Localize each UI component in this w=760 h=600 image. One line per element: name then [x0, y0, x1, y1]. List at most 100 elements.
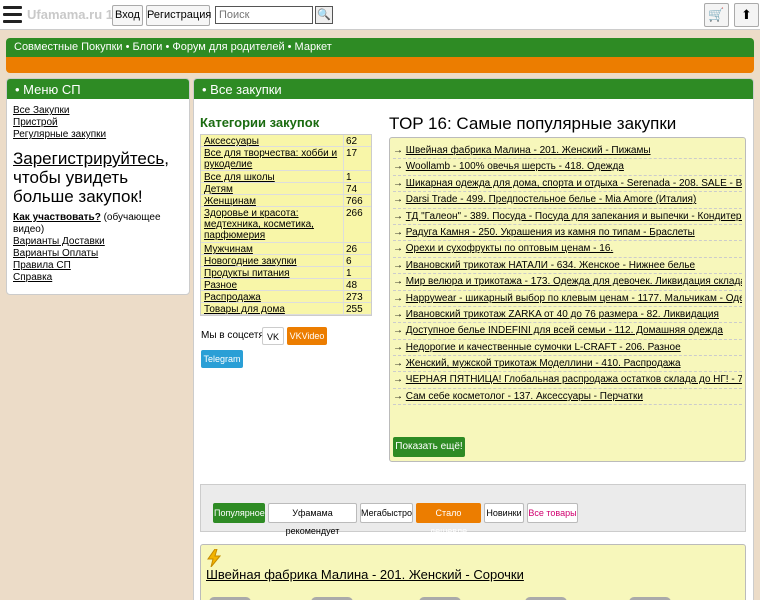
telegram-button[interactable]: Telegram	[201, 350, 243, 368]
top-list-item[interactable]: → Радуга Камня - 250. Украшения из камня…	[393, 225, 742, 242]
top-list-item[interactable]: → Сам себе косметолог - 137. Аксессуары …	[393, 389, 742, 406]
vk-button[interactable]: VK	[262, 327, 284, 345]
category-row[interactable]: Женщинам 766	[201, 195, 371, 207]
top-list-item[interactable]: → Ивановский трикотаж ZARKA от 40 до 76 …	[393, 307, 742, 324]
category-row[interactable]: Новогодние закупки 6	[201, 255, 371, 267]
top-list-item[interactable]: → ЧЕРНАЯ ПЯТНИЦА! Глобальная распродажа …	[393, 372, 742, 389]
top-list-item[interactable]: → Недорогие и качественные сумочки L-CRA…	[393, 340, 742, 357]
category-count: 1	[343, 171, 371, 183]
top-list-item[interactable]: → Женский, мужской трикотаж Моделлини - …	[393, 356, 742, 373]
search-input[interactable]	[215, 6, 313, 24]
menu-link-pristroy[interactable]: Пристрой	[13, 117, 183, 129]
top-item-link[interactable]: Happywear - шикарный выбор по клевым цен…	[406, 293, 742, 304]
category-name[interactable]: Мужчинам	[201, 243, 343, 255]
arrow-icon: →	[393, 243, 403, 255]
register-link[interactable]: Зарегистрируйтесь	[13, 149, 164, 168]
category-name[interactable]: Продукты питания	[201, 267, 343, 279]
category-count: 255	[343, 303, 371, 315]
arrow-icon: →	[393, 259, 403, 271]
category-name[interactable]: Все для школы	[201, 171, 343, 183]
category-row[interactable]: Аксессуары 62	[201, 135, 371, 147]
top-item-link[interactable]: Ивановский трикотаж ZARKA от 40 до 76 ра…	[406, 309, 719, 320]
category-name[interactable]: Все для творчества: хобби и рукоделие	[201, 147, 343, 170]
menu-link-delivery[interactable]: Варианты Доставки	[13, 236, 183, 248]
category-name[interactable]: Разное	[201, 279, 343, 291]
top-list-box: → Швейная фабрика Малина - 201. Женский …	[389, 137, 746, 462]
arrow-icon: →	[393, 276, 403, 288]
top-item-link[interactable]: Доступное белье INDEFINI для всей семьи …	[406, 325, 723, 336]
login-button[interactable]: Вход	[112, 5, 143, 26]
arrow-icon: →	[393, 194, 403, 206]
top-item-link[interactable]: Darsi Trade - 499. Предпостельное белье …	[406, 194, 697, 205]
search-icon[interactable]: 🔍	[315, 6, 333, 24]
top-list-item[interactable]: → Доступное белье INDEFINI для всей семь…	[393, 323, 742, 340]
category-count: 74	[343, 183, 371, 195]
vkvideo-button[interactable]: VKVideo	[287, 327, 327, 345]
category-name[interactable]: Распродажа	[201, 291, 343, 303]
menu-link-help[interactable]: Справка	[13, 272, 183, 284]
top-item-link[interactable]: Орехи и сухофрукты по оптовым ценам - 16…	[406, 243, 613, 254]
menu-link-regular[interactable]: Регулярные закупки	[13, 129, 183, 141]
category-row[interactable]: Детям 74	[201, 183, 371, 195]
category-name[interactable]: Аксессуары	[201, 135, 343, 147]
featured-title[interactable]: Швейная фабрика Малина - 201. Женский - …	[206, 567, 524, 582]
top-item-link[interactable]: Сам себе косметолог - 137. Аксессуары - …	[406, 391, 643, 402]
top-list-item[interactable]: → ТД "Галеон" - 389. Посуда - Посуда для…	[393, 209, 742, 225]
how-to-link[interactable]: Как участвовать?	[13, 212, 101, 223]
top-list-item[interactable]: → Woollamb - 100% овечья шерсть - 418. О…	[393, 159, 742, 176]
category-row[interactable]: Товары для дома 255	[201, 303, 371, 315]
tab-fast[interactable]: Мегабыстро	[360, 503, 413, 523]
menu-link-rules[interactable]: Правила СП	[13, 260, 183, 272]
top-list-item[interactable]: → Мир велюра и трикотажа - 173. Одежда д…	[393, 274, 742, 291]
top-list-item[interactable]: → Шикарная одежда для дома, спорта и отд…	[393, 176, 742, 193]
category-count: 273	[343, 291, 371, 303]
category-row[interactable]: Продукты питания 1	[201, 267, 371, 279]
top-item-link[interactable]: Шикарная одежда для дома, спорта и отдых…	[406, 178, 742, 189]
top-list-item[interactable]: → Ивановский трикотаж НАТАЛИ - 634. Женс…	[393, 258, 742, 275]
top-item-link[interactable]: ТД "Галеон" - 389. Посуда - Посуда для з…	[406, 211, 742, 222]
top-item-link[interactable]: ЧЕРНАЯ ПЯТНИЦА! Глобальная распродажа ос…	[406, 374, 742, 385]
top-list-item[interactable]: → Happywear - шикарный выбор по клевым ц…	[393, 291, 742, 307]
category-row[interactable]: Здоровье и красота: медтехника, косметик…	[201, 207, 371, 243]
cart-icon[interactable]: 🛒	[704, 3, 729, 27]
top-item-link[interactable]: Швейная фабрика Малина - 201. Женский - …	[406, 145, 651, 156]
category-row[interactable]: Мужчинам 26	[201, 243, 371, 255]
register-button[interactable]: Регистрация	[146, 5, 211, 26]
tab-popular[interactable]: Популярное	[213, 503, 265, 523]
top-list-item[interactable]: → Орехи и сухофрукты по оптовым ценам - …	[393, 241, 742, 258]
main-nav: Совместные Покупки • Блоги • Форум для р…	[6, 38, 754, 73]
category-count: 6	[343, 255, 371, 267]
category-name[interactable]: Здоровье и красота: медтехника, косметик…	[201, 207, 343, 242]
top-list-item[interactable]: → Швейная фабрика Малина - 201. Женский …	[393, 143, 742, 160]
category-name[interactable]: Женщинам	[201, 195, 343, 207]
category-row[interactable]: Все для школы 1	[201, 171, 371, 183]
category-name[interactable]: Товары для дома	[201, 303, 343, 315]
category-row[interactable]: Разное 48	[201, 279, 371, 291]
hamburger-menu-icon[interactable]	[3, 6, 22, 23]
category-row[interactable]: Распродажа 273	[201, 291, 371, 303]
category-name[interactable]: Новогодние закупки	[201, 255, 343, 267]
top-item-link[interactable]: Женский, мужской трикотаж Моделлини - 41…	[406, 358, 681, 369]
top-item-link[interactable]: Радуга Камня - 250. Украшения из камня п…	[406, 227, 695, 238]
show-more-button[interactable]: Показать ещё!	[393, 437, 465, 457]
top-list-item[interactable]: → Darsi Trade - 499. Предпостельное бель…	[393, 192, 742, 209]
tab-recommended[interactable]: Уфамама рекомендует	[268, 503, 357, 536]
category-count: 266	[343, 207, 371, 242]
menu-link-payment[interactable]: Варианты Оплаты	[13, 248, 183, 260]
scroll-up-icon[interactable]: ⬆	[734, 3, 759, 27]
main-panel-title: • Все закупки	[194, 79, 753, 99]
top-item-link[interactable]: Woollamb - 100% овечья шерсть - 418. Оде…	[406, 161, 624, 172]
tab-new[interactable]: Новинки	[484, 503, 524, 523]
top-item-link[interactable]: Ивановский трикотаж НАТАЛИ - 634. Женско…	[406, 260, 695, 271]
tab-all-goods[interactable]: Все товары	[527, 503, 578, 523]
category-count: 48	[343, 279, 371, 291]
top-item-link[interactable]: Недорогие и качественные сумочки L-CRAFT…	[406, 342, 681, 353]
tab-cheaper[interactable]: Стало дешевле	[416, 503, 481, 536]
category-count: 26	[343, 243, 371, 255]
left-menu: • Меню СП Все Закупки Пристрой Регулярны…	[6, 78, 190, 295]
category-row[interactable]: Все для творчества: хобби и рукоделие 17	[201, 147, 371, 171]
top-item-link[interactable]: Мир велюра и трикотажа - 173. Одежда для…	[406, 276, 742, 287]
menu-link-all[interactable]: Все Закупки	[13, 105, 183, 117]
nav-links[interactable]: Совместные Покупки • Блоги • Форум для р…	[6, 38, 754, 57]
category-name[interactable]: Детям	[201, 183, 343, 195]
